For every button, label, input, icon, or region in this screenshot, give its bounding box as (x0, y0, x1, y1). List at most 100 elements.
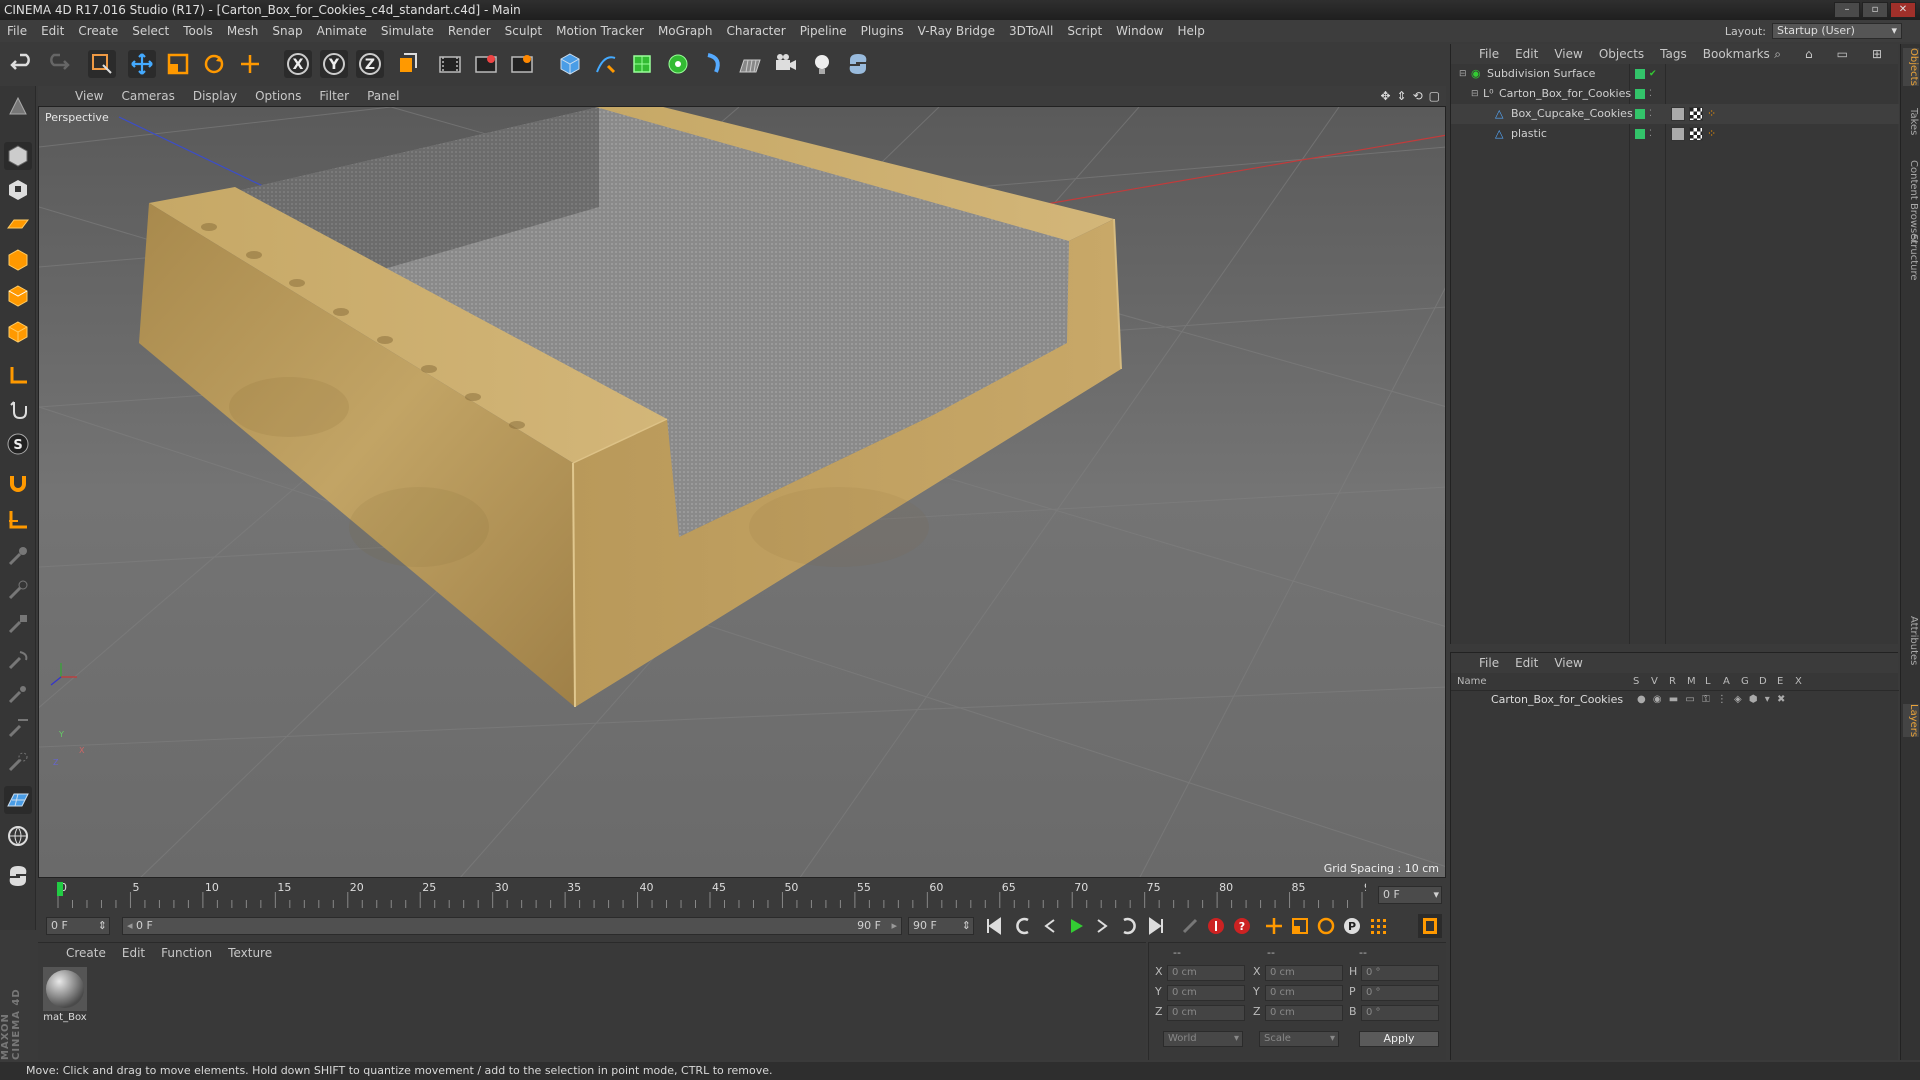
menu-tools[interactable]: Tools (176, 24, 220, 38)
coord-field-pos-z[interactable]: 0 cm (1167, 1005, 1245, 1021)
apply-button[interactable]: Apply (1359, 1031, 1439, 1047)
coord-field-pos-x[interactable]: 0 cm (1167, 965, 1245, 981)
render-view-icon[interactable] (436, 50, 464, 78)
key-scale-icon[interactable] (1288, 914, 1312, 938)
side-tab-structure[interactable]: Structure (1903, 234, 1919, 281)
expand-toggle-icon[interactable]: ⊟ (1459, 64, 1467, 84)
menu-window[interactable]: Window (1109, 24, 1170, 38)
key-rotation-icon[interactable] (1314, 914, 1338, 938)
start-frame-field[interactable]: 0 F ⇕ (46, 917, 110, 935)
next-key-icon[interactable] (1116, 914, 1140, 938)
menu-render[interactable]: Render (441, 24, 498, 38)
new-panel-icon[interactable]: ⊞ (1864, 47, 1890, 62)
autokey-icon[interactable]: ? (1230, 914, 1254, 938)
add-icon[interactable] (236, 50, 264, 78)
layer-column-v[interactable]: V (1651, 676, 1658, 687)
python-icon[interactable] (844, 50, 872, 78)
object-row[interactable]: ⊟ ◉ Subdivision Surface ✔ (1451, 64, 1899, 84)
next-frame-icon[interactable] (1090, 914, 1114, 938)
menu-file[interactable]: File (0, 24, 34, 38)
snap-icon[interactable]: S (4, 430, 32, 458)
layer-row[interactable]: Carton_Box_for_Cookies ● ◉ ▬ ▭ ⚿ ⋮ ◈ ⬢ ▾… (1451, 691, 1899, 709)
polygons-mode-icon[interactable] (4, 318, 32, 346)
menu-animate[interactable]: Animate (310, 24, 374, 38)
motion-record-icon[interactable] (1178, 914, 1202, 938)
python-script-icon[interactable] (4, 862, 32, 890)
side-tab-takes[interactable]: Takes (1903, 108, 1919, 135)
sculpt-brush-icon[interactable] (4, 610, 32, 638)
menu-pipeline[interactable]: Pipeline (793, 24, 854, 38)
material-item[interactable]: mat_Box (42, 967, 88, 1023)
layer-color-swatch[interactable] (1635, 109, 1645, 119)
viewport-menu-display[interactable]: Display (184, 89, 246, 103)
layer-menu-edit[interactable]: Edit (1507, 656, 1546, 670)
previous-key-icon[interactable] (1012, 914, 1036, 938)
maximize-icon[interactable]: ▫ (1862, 2, 1888, 18)
grid-render-icon[interactable] (4, 786, 32, 814)
side-tab-content-browser[interactable]: Content Browser (1903, 160, 1919, 243)
coord-field-rot-b[interactable]: 0 ° (1361, 1005, 1439, 1021)
y-axis-icon[interactable]: Y (320, 50, 348, 78)
floor-icon[interactable] (736, 50, 764, 78)
live-selection-icon[interactable] (88, 50, 116, 78)
flatten-brush-icon[interactable] (4, 714, 32, 742)
pen-icon[interactable] (592, 50, 620, 78)
key-parameter-icon[interactable]: P (1340, 914, 1364, 938)
menu-snap[interactable]: Snap (265, 24, 309, 38)
menu-mograph[interactable]: MoGraph (651, 24, 720, 38)
play-icon[interactable] (1064, 914, 1088, 938)
layer-menu-file[interactable]: File (1471, 656, 1507, 670)
phong-tag-icon[interactable] (1671, 127, 1685, 141)
home-icon[interactable]: ⌂ (1797, 47, 1821, 62)
visibility-dots-icon[interactable]: ⁚ (1649, 84, 1652, 104)
mograph-cloner-icon[interactable] (664, 50, 692, 78)
globe-icon[interactable] (4, 822, 32, 850)
side-tab-attributes[interactable]: Attributes (1903, 616, 1919, 665)
brush-icon[interactable] (4, 542, 32, 570)
layer-color-swatch[interactable] (1635, 129, 1645, 139)
menu-edit[interactable]: Edit (34, 24, 71, 38)
scale-icon[interactable] (164, 50, 192, 78)
object-menu-edit[interactable]: Edit (1507, 47, 1546, 61)
side-tab-layers[interactable]: Layers (1903, 704, 1919, 738)
coord-field-size-y[interactable]: 0 cm (1265, 985, 1343, 1001)
go-to-start-icon[interactable] (982, 914, 1006, 938)
layer-column-s[interactable]: S (1633, 676, 1639, 687)
render-settings-icon[interactable] (508, 50, 536, 78)
magnet-icon[interactable] (4, 470, 32, 498)
layer-flags[interactable]: ● ◉ ▬ ▭ ⚿ ⋮ ◈ ⬢ ▾ ✖ (1637, 691, 1787, 709)
light-icon[interactable] (808, 50, 836, 78)
uvw-tag-icon[interactable]: ⁘ (1707, 104, 1716, 124)
material-menu-edit[interactable]: Edit (114, 946, 153, 960)
smooth-brush-icon[interactable] (4, 646, 32, 674)
deformer-icon[interactable] (700, 50, 728, 78)
playhead-marker[interactable] (57, 882, 63, 896)
coord-field-size-z[interactable]: 0 cm (1265, 1005, 1343, 1021)
object-row[interactable]: △ Box_Cupcake_Cookies ⁚ ⁘ (1451, 104, 1899, 124)
menu-script[interactable]: Script (1060, 24, 1109, 38)
layer-column-name[interactable]: Name (1457, 676, 1487, 687)
layer-column-x[interactable]: X (1795, 676, 1802, 687)
render-picture-viewer-icon[interactable] (472, 50, 500, 78)
uvw-tag-icon[interactable]: ⁘ (1707, 124, 1716, 144)
undo-icon[interactable] (8, 50, 36, 78)
close-icon[interactable]: ✕ (1890, 2, 1916, 18)
mask-brush-icon[interactable] (4, 748, 32, 776)
layer-column-a[interactable]: A (1723, 676, 1730, 687)
layer-column-r[interactable]: R (1669, 676, 1676, 687)
object-menu-objects[interactable]: Objects (1591, 47, 1652, 61)
texture-tag-icon[interactable] (1689, 107, 1703, 121)
expand-toggle-icon[interactable]: ⊟ (1471, 84, 1479, 104)
menu-select[interactable]: Select (125, 24, 176, 38)
viewport-menu-cameras[interactable]: Cameras (112, 89, 183, 103)
minimize-icon[interactable]: – (1834, 2, 1860, 18)
rotate-icon[interactable] (200, 50, 228, 78)
coordinate-system-icon[interactable] (394, 50, 422, 78)
points-mode-icon[interactable] (4, 246, 32, 274)
coord-field-pos-y[interactable]: 0 cm (1167, 985, 1245, 1001)
menu-mesh[interactable]: Mesh (220, 24, 266, 38)
menu-sculpt[interactable]: Sculpt (498, 24, 549, 38)
frame-range-slider[interactable]: ◂ 0 F 90 F ▸ (122, 917, 902, 935)
layer-column-m[interactable]: M (1687, 676, 1696, 687)
key-pla-icon[interactable] (1366, 914, 1390, 938)
